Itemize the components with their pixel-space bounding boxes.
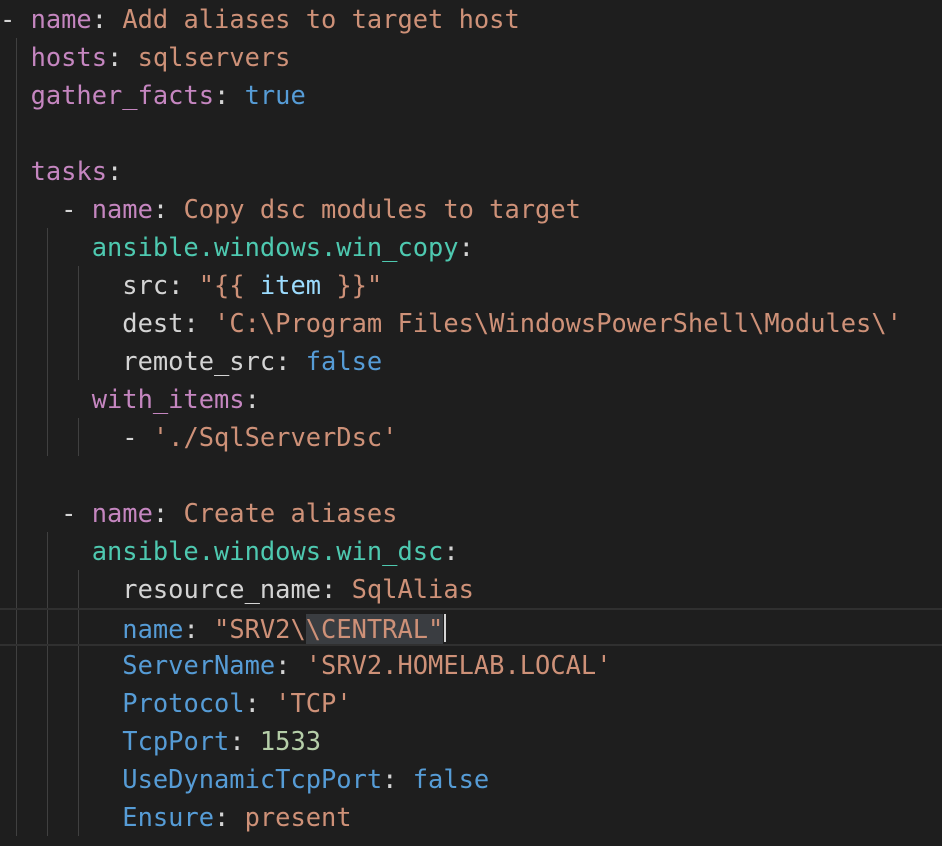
code-token: : [214, 802, 245, 832]
code-token: SqlAlias [351, 574, 474, 604]
code-line[interactable]: TcpPort: 1533 [0, 722, 321, 760]
code-line[interactable]: ansible.windows.win_dsc: [0, 532, 459, 570]
code-token: : [152, 194, 184, 224]
code-line[interactable]: - name: Create aliases [0, 494, 397, 532]
code-token: name [30, 4, 92, 34]
code-token: name [91, 498, 153, 528]
code-token: ansible.windows.win_dsc [91, 536, 444, 566]
code-line[interactable]: ServerName: 'SRV2.HOMELAB.LOCAL' [0, 646, 611, 684]
code-token: Protocol [122, 688, 245, 718]
code-line-current[interactable]: name: "SRV2\\CENTRAL" [0, 608, 942, 646]
code-line[interactable]: Ensure: present [0, 798, 352, 836]
code-line[interactable]: tasks: [0, 152, 123, 190]
code-token: gather_facts [30, 80, 215, 110]
code-token: name [122, 614, 184, 644]
code-token: 1533 [259, 726, 322, 756]
code-token: resource_name [122, 574, 322, 604]
code-token: : [275, 650, 306, 680]
code-token: : [168, 270, 199, 300]
code-token: remote_src [122, 346, 276, 376]
code-line[interactable]: ansible.windows.win_copy: [0, 228, 474, 266]
code-token: "SRV2\ [214, 614, 306, 644]
code-line[interactable]: remote_src: false [0, 342, 382, 380]
code-token: : [91, 4, 123, 34]
code-token: UseDynamicTcpPort [122, 764, 383, 794]
code-token: with_items [91, 384, 245, 414]
code-token: TcpPort [122, 726, 230, 756]
code-token: item [259, 270, 322, 300]
code-editor[interactable]: - name: Add aliases to target host hosts… [0, 0, 942, 846]
code-token: 'C:\Program Files\WindowsPowerShell\Modu… [214, 308, 902, 338]
code-token: : [275, 346, 306, 376]
code-token: Create aliases [183, 498, 398, 528]
code-line[interactable]: - name: Copy dsc modules to target [0, 190, 581, 228]
code-token: Copy dsc modules to target [183, 194, 581, 224]
code-token: sqlservers [137, 42, 291, 72]
code-line[interactable]: with_items: [0, 380, 260, 418]
code-token: hosts [30, 42, 108, 72]
code-token: true [244, 80, 306, 110]
code-token: : [152, 498, 184, 528]
code-token: : [443, 536, 459, 566]
code-line[interactable]: gather_facts: true [0, 76, 306, 114]
code-line[interactable]: Protocol: 'TCP' [0, 684, 352, 722]
code-line[interactable]: dest: 'C:\Program Files\WindowsPowerShel… [0, 304, 902, 342]
code-token: - [0, 498, 92, 528]
code-token: - [0, 4, 31, 34]
code-token: ServerName [122, 650, 276, 680]
code-token: - [0, 194, 92, 224]
code-token: : [183, 308, 215, 338]
code-token: : [321, 574, 352, 604]
code-token: : [214, 80, 245, 110]
code-token: dest [122, 308, 184, 338]
code-token: tasks [30, 156, 108, 186]
code-line[interactable]: resource_name: SqlAlias [0, 570, 474, 608]
code-line[interactable]: - './SqlServerDsc' [0, 418, 397, 456]
code-token: : [458, 232, 474, 262]
code-token: src [122, 270, 169, 300]
code-token: ansible.windows.win_copy [91, 232, 459, 262]
code-token: : [107, 156, 123, 186]
code-token: 'SRV2.HOMELAB.LOCAL' [305, 650, 612, 680]
code-token: 'TCP' [275, 688, 352, 718]
code-token: }}" [321, 270, 383, 300]
code-token: : [183, 614, 215, 644]
code-token: name [91, 194, 153, 224]
code-token: : [229, 726, 260, 756]
code-token: : [107, 42, 138, 72]
code-token: Add aliases to target host [122, 4, 520, 34]
code-token: './SqlServerDsc' [152, 422, 398, 452]
text-cursor [444, 614, 446, 642]
code-line[interactable]: hosts: sqlservers [0, 38, 291, 76]
code-line[interactable]: UseDynamicTcpPort: false [0, 760, 489, 798]
code-token: present [244, 802, 352, 832]
code-token: "{{ [198, 270, 260, 300]
code-token: : [244, 688, 276, 718]
code-token: false [412, 764, 490, 794]
code-line[interactable]: - name: Add aliases to target host [0, 0, 520, 38]
code-token: \CENTRAL" [305, 614, 444, 644]
code-token: : [244, 384, 260, 414]
code-token: false [305, 346, 383, 376]
code-line[interactable]: src: "{{ item }}" [0, 266, 382, 304]
code-token: - [0, 422, 153, 452]
code-token: Ensure [122, 802, 215, 832]
code-token: : [382, 764, 413, 794]
